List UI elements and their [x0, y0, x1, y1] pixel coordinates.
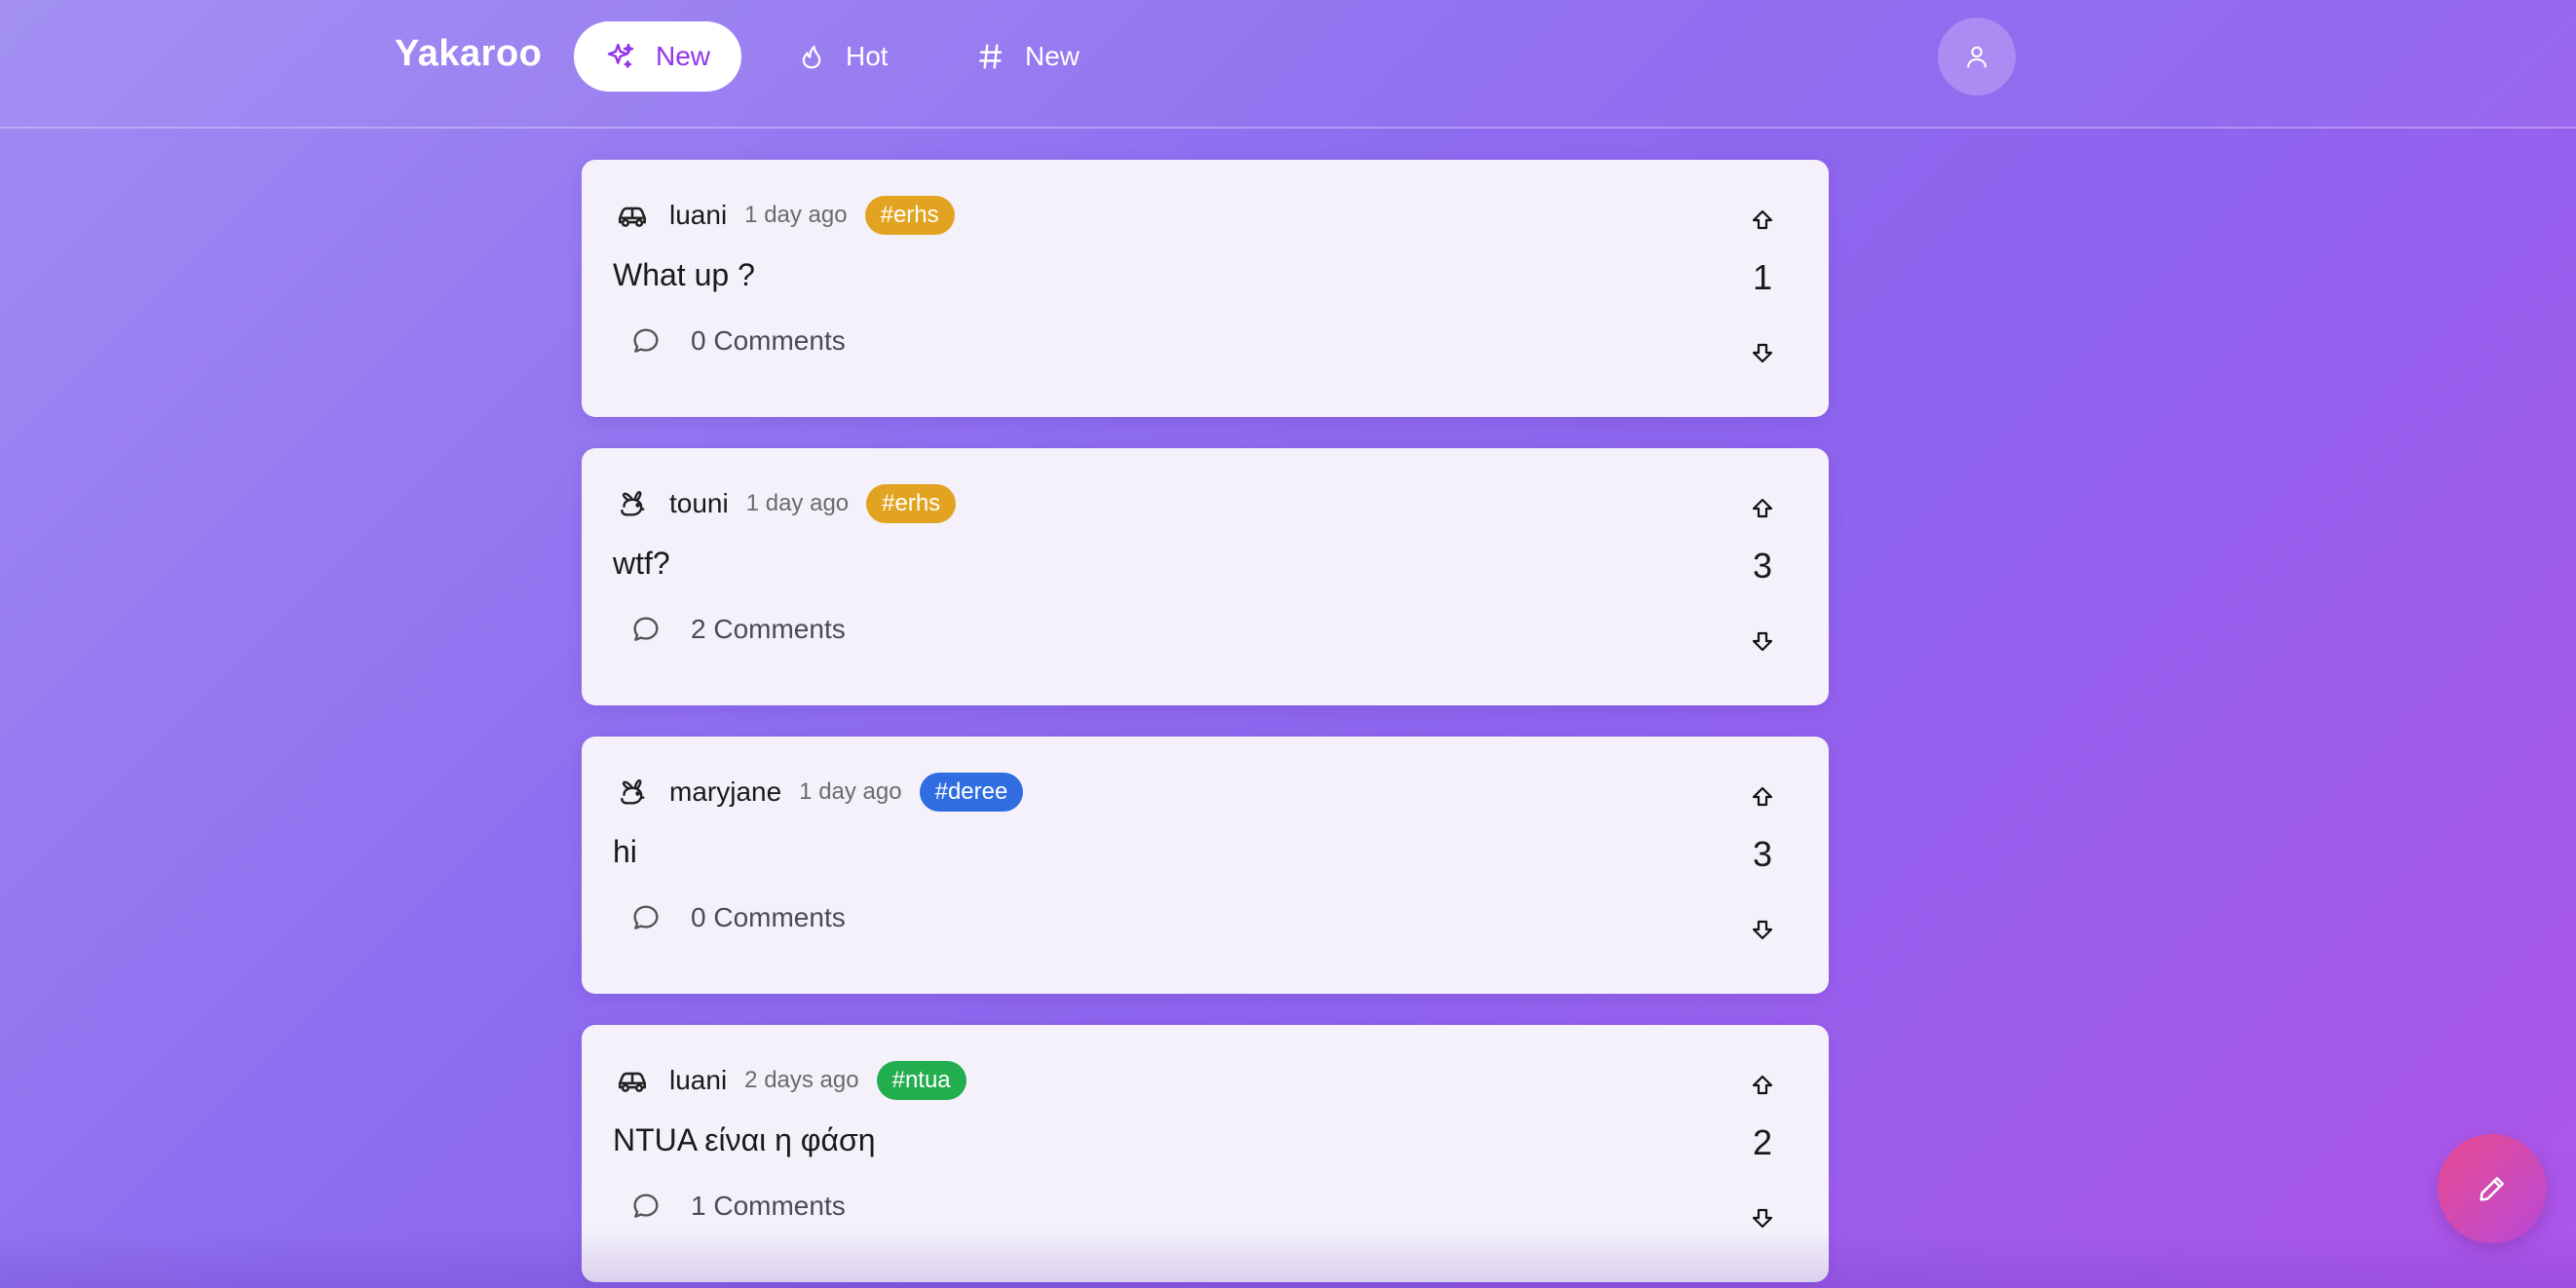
car-icon [613, 1061, 652, 1100]
nav-hashtag-new-button[interactable]: New [945, 21, 1111, 92]
downvote-icon[interactable] [1751, 918, 1774, 941]
post-tag[interactable]: #deree [919, 773, 1024, 812]
post-header: touni 1 day ago #erhs [613, 483, 957, 524]
comments-button[interactable]: 2 Comments [630, 614, 846, 645]
downvote-icon[interactable] [1751, 1206, 1774, 1230]
downvote-icon[interactable] [1751, 629, 1774, 653]
vote-count: 3 [1752, 834, 1773, 874]
vote-control: 1 [1731, 203, 1790, 378]
rabbit-icon [613, 773, 652, 812]
upvote-icon[interactable] [1751, 497, 1774, 520]
post-card[interactable]: maryjane 1 day ago #deree hi 0 Comments … [582, 737, 1829, 994]
post-username[interactable]: maryjane [669, 777, 781, 808]
rabbit-icon [613, 484, 652, 523]
upvote-icon[interactable] [1751, 785, 1774, 809]
vote-count: 2 [1752, 1122, 1773, 1162]
hashtag-icon [979, 44, 1003, 69]
comments-count: 1 Comments [691, 1191, 846, 1221]
top-header: Yakaroo New Hot New [0, 0, 2576, 129]
vote-count: 1 [1752, 257, 1773, 297]
post-card[interactable]: touni 1 day ago #erhs wtf? 2 Comments 3 [582, 448, 1829, 705]
post-username[interactable]: touni [669, 488, 729, 519]
comments-button[interactable]: 0 Comments [630, 902, 846, 933]
vote-control: 3 [1731, 779, 1790, 955]
post-time: 1 day ago [745, 490, 850, 516]
post-content: hi [613, 834, 637, 869]
vote-control: 3 [1731, 491, 1790, 666]
car-icon [613, 196, 652, 235]
post-header: maryjane 1 day ago #deree [613, 772, 1024, 813]
comments-count: 2 Comments [691, 614, 846, 644]
post-card[interactable]: luani 2 days ago #ntua NTUA είναι η φάση… [582, 1025, 1829, 1282]
nav-hot-button[interactable]: Hot [766, 21, 920, 92]
nav-new-label: New [656, 41, 711, 71]
post-time: 1 day ago [799, 778, 902, 805]
comment-bubble-icon [633, 328, 659, 353]
post-content: What up ? [613, 257, 755, 292]
comments-count: 0 Comments [691, 325, 846, 356]
upvote-icon[interactable] [1751, 1074, 1774, 1097]
post-time: 1 day ago [744, 202, 848, 228]
comment-bubble-icon [633, 1193, 659, 1218]
post-time: 2 days ago [744, 1067, 859, 1093]
comments-button[interactable]: 0 Comments [630, 325, 846, 357]
comment-bubble-icon [633, 617, 659, 641]
brand-logo[interactable]: Yakaroo [395, 33, 542, 75]
profile-button[interactable] [1938, 18, 2016, 95]
post-tag[interactable]: #erhs [866, 484, 957, 523]
flame-icon [802, 45, 821, 69]
comments-button[interactable]: 1 Comments [630, 1191, 846, 1222]
nav-new-button[interactable]: New [574, 21, 742, 92]
post-header: luani 2 days ago #ntua [613, 1060, 966, 1101]
post-tag[interactable]: #ntua [876, 1061, 966, 1100]
post-tag[interactable]: #erhs [864, 196, 955, 235]
comment-bubble-icon [633, 905, 659, 929]
post-header: luani 1 day ago #erhs [613, 195, 955, 236]
vote-control: 2 [1731, 1068, 1790, 1243]
post-card[interactable]: luani 1 day ago #erhs What up ? 0 Commen… [582, 160, 1829, 417]
new-post-button[interactable] [2438, 1134, 2547, 1243]
pencil-icon [2480, 1177, 2504, 1201]
sparkles-icon [607, 43, 634, 68]
user-icon [1967, 46, 1987, 68]
nav-hashtag-new-label: New [1025, 41, 1080, 71]
post-content: NTUA είναι η φάση [613, 1122, 876, 1157]
vote-count: 3 [1752, 546, 1773, 586]
post-username[interactable]: luani [669, 200, 727, 231]
downvote-icon[interactable] [1751, 341, 1774, 364]
nav-hot-label: Hot [846, 41, 889, 71]
post-content: wtf? [613, 546, 670, 581]
upvote-icon[interactable] [1751, 208, 1774, 232]
post-username[interactable]: luani [669, 1065, 727, 1096]
comments-count: 0 Comments [691, 902, 846, 932]
